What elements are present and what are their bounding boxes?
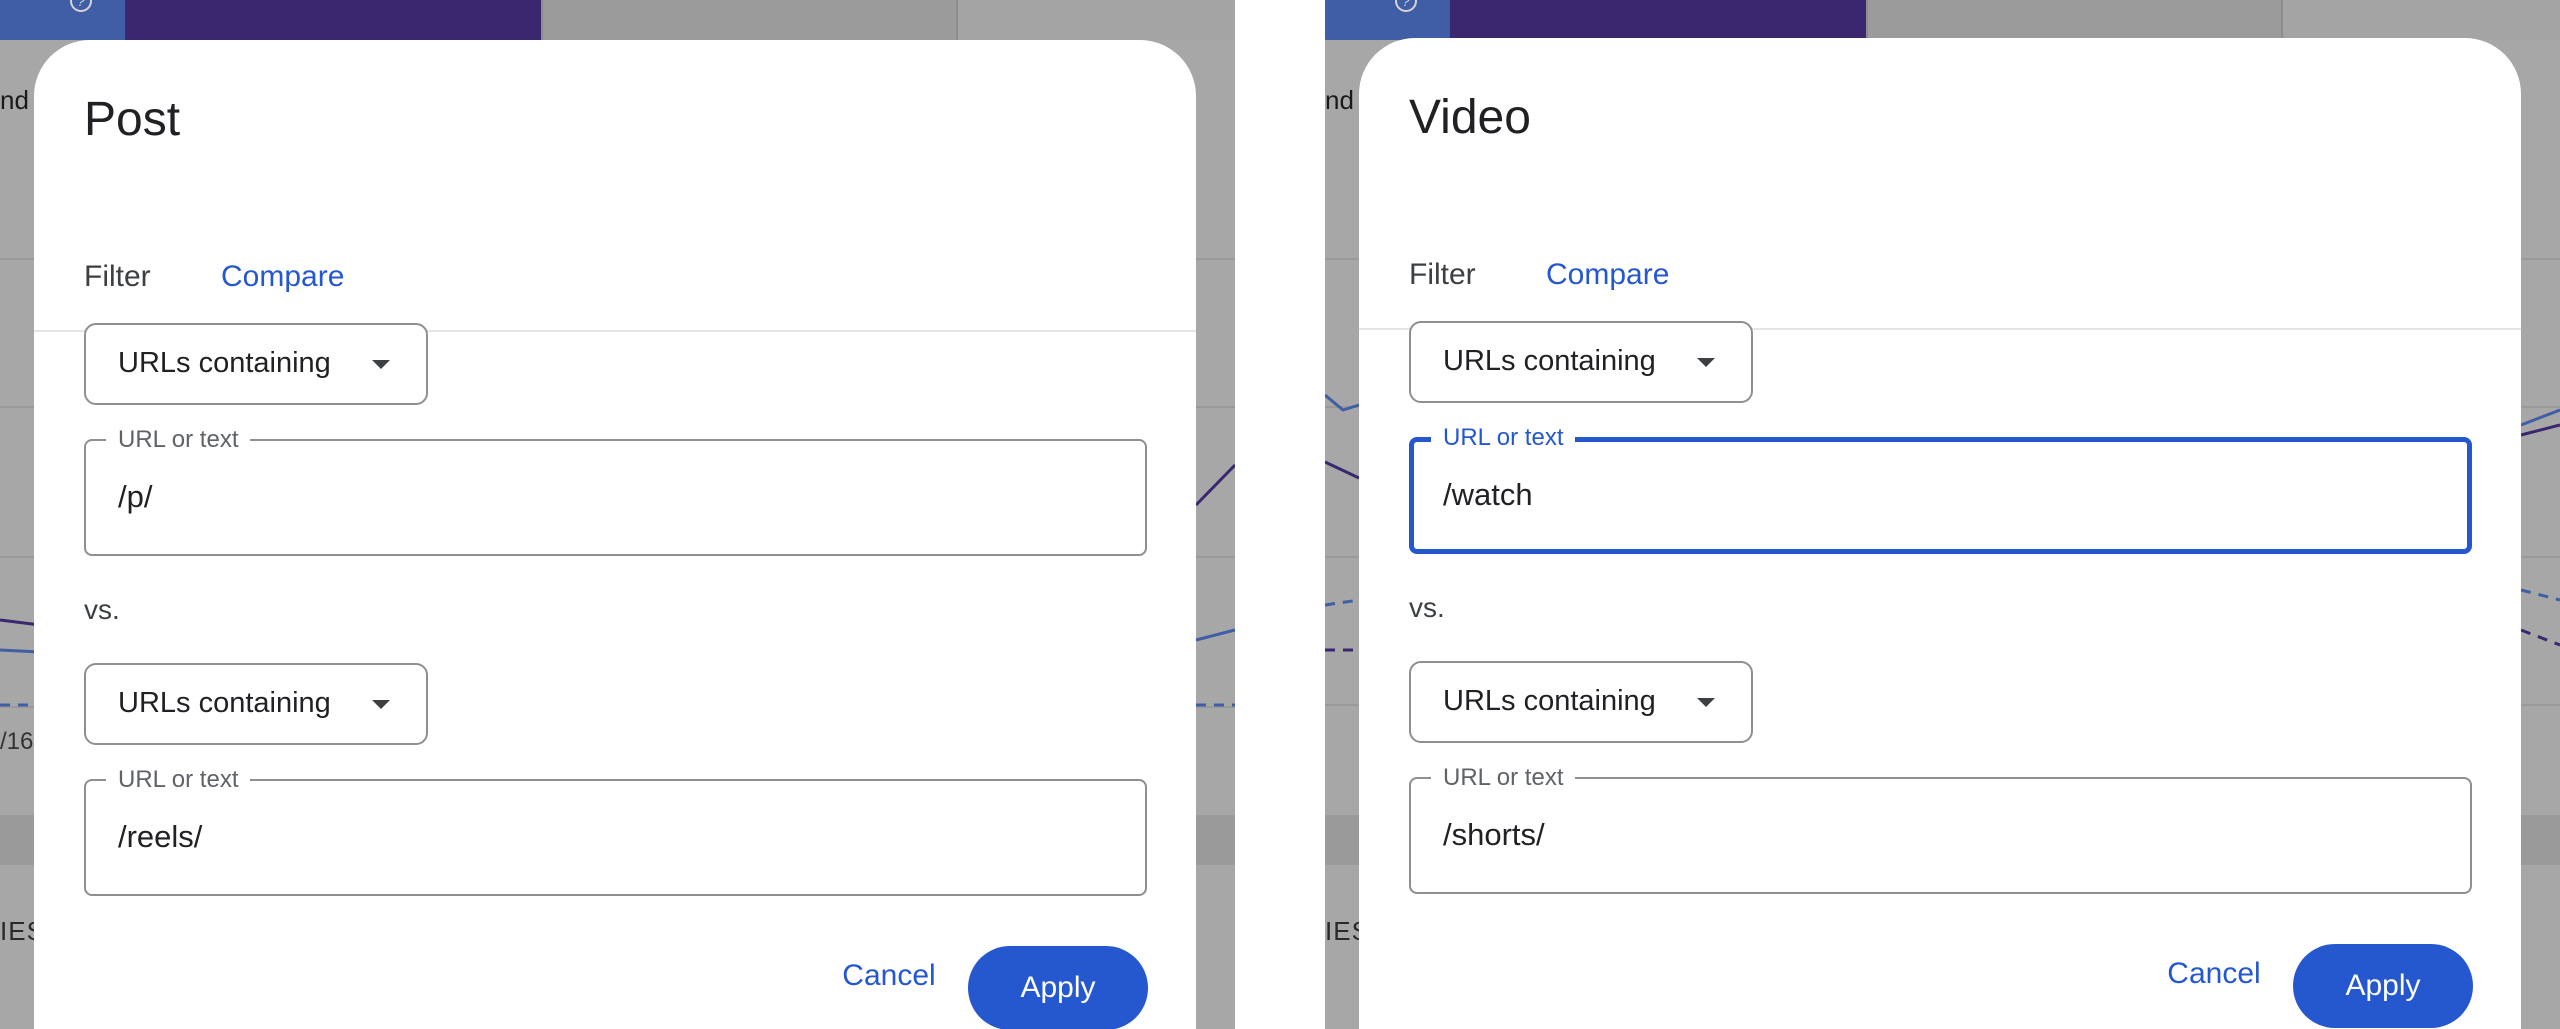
dropdown-label: URLs containing [118, 347, 331, 379]
right-panel: ? ? ? nd t IES Video Filter Compare URLs… [1325, 0, 2560, 1029]
compare-dialog-video: Video Filter Compare URLs containing URL… [1359, 38, 2521, 1029]
vs-label: vs. [84, 594, 120, 625]
caret-down-icon [1697, 698, 1715, 707]
dialog-title: Video [1409, 91, 1531, 144]
tab-compare[interactable]: Compare [221, 260, 344, 294]
url-text-input[interactable]: URL or text /watch [1409, 424, 2472, 554]
comparison-url-text-input[interactable]: URL or text /shorts/ [1409, 764, 2472, 894]
field-value: /p/ [118, 479, 153, 514]
tab-filter[interactable]: Filter [1409, 258, 1476, 292]
left-panel: ? ? ? nd t /16 IES Post Filter Compare U… [0, 0, 1235, 1029]
field-label: URL or text [1431, 764, 1576, 792]
vs-label: vs. [1409, 592, 1445, 623]
url-text-input[interactable]: URL or text /p/ [84, 426, 1147, 556]
caret-down-icon [372, 700, 390, 709]
dialog-title: Post [84, 93, 181, 146]
comparison-match-type-dropdown[interactable]: URLs containing [84, 663, 428, 745]
field-value: /shorts/ [1443, 817, 1545, 852]
field-value: /watch [1443, 477, 1533, 512]
caret-down-icon [1697, 358, 1715, 367]
dropdown-label: URLs containing [1443, 685, 1656, 717]
field-value: /reels/ [118, 819, 203, 854]
cancel-button[interactable]: Cancel [2154, 944, 2274, 1004]
tab-compare[interactable]: Compare [1546, 258, 1669, 292]
field-label: URL or text [106, 426, 251, 454]
match-type-dropdown[interactable]: URLs containing [84, 323, 428, 405]
tab-bar: Filter Compare [34, 215, 1196, 332]
cancel-button[interactable]: Cancel [829, 946, 949, 1006]
match-type-dropdown[interactable]: URLs containing [1409, 321, 1753, 403]
apply-button[interactable]: Apply [968, 946, 1148, 1029]
comparison-match-type-dropdown[interactable]: URLs containing [1409, 661, 1753, 743]
field-label: URL or text [1431, 424, 1576, 452]
caret-down-icon [372, 360, 390, 369]
field-label: URL or text [106, 766, 251, 794]
background-axis-label: /16 [0, 728, 34, 755]
tab-filter[interactable]: Filter [84, 260, 151, 294]
dropdown-label: URLs containing [118, 687, 331, 719]
apply-button[interactable]: Apply [2293, 944, 2473, 1028]
tab-bar: Filter Compare [1359, 213, 2521, 330]
comparison-url-text-input[interactable]: URL or text /reels/ [84, 766, 1147, 896]
compare-dialog-post: Post Filter Compare URLs containing URL … [34, 40, 1196, 1029]
dropdown-label: URLs containing [1443, 345, 1656, 377]
